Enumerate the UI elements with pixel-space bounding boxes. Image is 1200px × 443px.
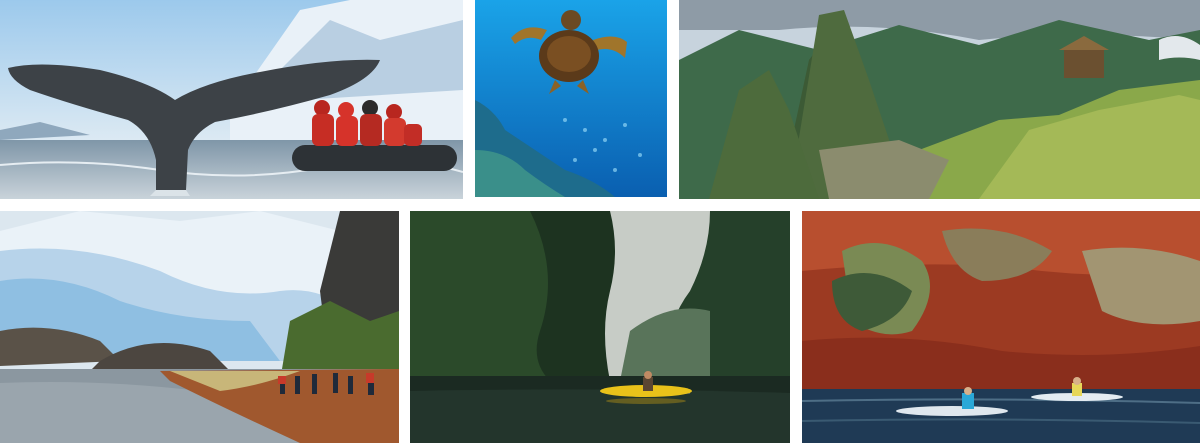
photo-jungle-kayak [410,211,790,443]
photo-sea-turtle [475,0,667,197]
photo-whale-tail [0,0,463,199]
photo-machu-picchu [679,0,1200,199]
photo-glacier-hikers [0,211,399,443]
photo-red-cliff-kayak [802,211,1200,443]
photo-collage [0,0,1200,443]
